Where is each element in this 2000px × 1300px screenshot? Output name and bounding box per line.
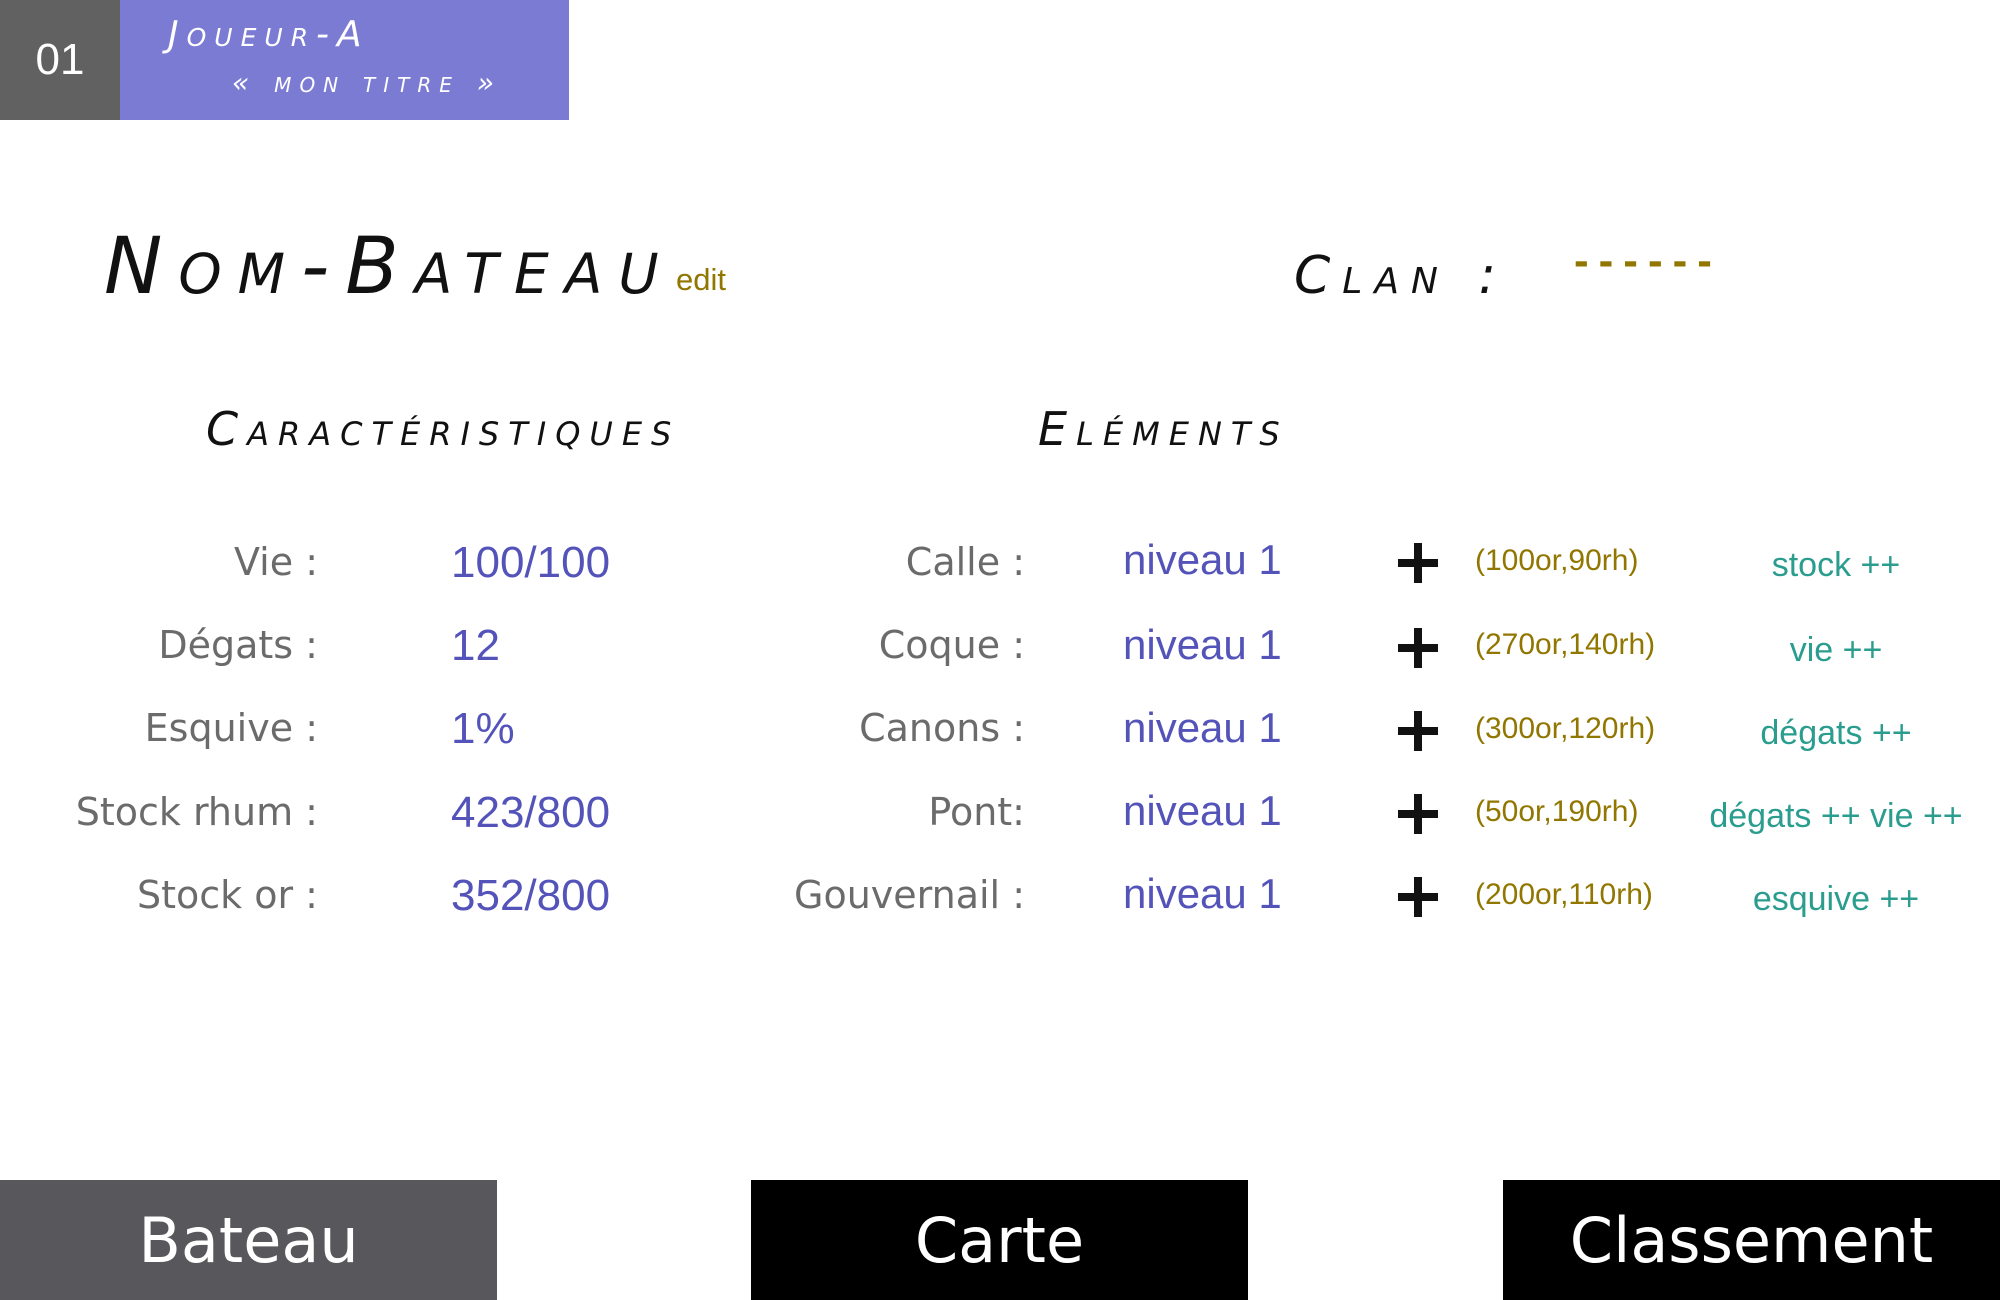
nav-tab-bateau[interactable]: Bateau: [0, 1180, 497, 1300]
stat-value-esquive: 1%: [451, 704, 515, 753]
element-label-coque: Coque :: [878, 623, 1025, 667]
plus-icon[interactable]: [1398, 794, 1438, 834]
element-cost-canons: (300or,120rh): [1475, 712, 1656, 745]
player-title: « mon titre »: [232, 66, 503, 99]
characteristics-heading: Caractéristiques: [206, 402, 681, 456]
element-cost-coque: (270or,140rh): [1475, 628, 1656, 661]
player-badge: Joueur-A « mon titre »: [120, 0, 569, 120]
player-name: Joueur-A: [168, 14, 370, 55]
element-cost-pont: (50or,190rh): [1475, 795, 1639, 828]
nav-tab-carte[interactable]: Carte: [751, 1180, 1248, 1300]
element-effect-calle: stock ++: [1771, 546, 1901, 584]
stat-value-degats: 12: [451, 621, 500, 670]
elements-heading: Eléments: [1038, 402, 1289, 456]
edit-ship-name-link[interactable]: edit: [676, 262, 726, 298]
plus-icon[interactable]: [1398, 543, 1438, 583]
plus-icon[interactable]: [1398, 628, 1438, 668]
plus-icon[interactable]: [1398, 877, 1438, 917]
element-level-pont: niveau 1: [1123, 787, 1282, 834]
clan-value: ------: [1574, 236, 1722, 285]
plus-icon[interactable]: [1398, 711, 1438, 751]
stat-value-stock-rhum: 423/800: [451, 788, 611, 837]
element-level-coque: niveau 1: [1123, 621, 1282, 668]
element-effect-coque: vie ++: [1789, 631, 1883, 669]
stat-value-vie: 100/100: [451, 538, 611, 587]
stat-label-degats: Dégats :: [158, 623, 318, 667]
element-label-pont: Pont:: [928, 790, 1025, 834]
nav-tab-classement[interactable]: Classement: [1503, 1180, 2000, 1300]
element-cost-gouvernail: (200or,110rh): [1475, 878, 1653, 911]
element-label-canons: Canons :: [859, 706, 1025, 750]
element-level-calle: niveau 1: [1123, 536, 1282, 583]
element-effect-gouvernail: esquive ++: [1752, 880, 1920, 918]
clan-label: Clan :: [1294, 246, 1508, 306]
stat-label-vie: Vie :: [234, 540, 318, 584]
stat-label-esquive: Esquive :: [144, 706, 318, 750]
stat-label-stock-or: Stock or :: [136, 873, 318, 917]
element-effect-pont: dégats ++ vie ++: [1709, 797, 1963, 835]
element-cost-calle: (100or,90rh): [1475, 544, 1639, 577]
element-label-calle: Calle :: [905, 540, 1025, 584]
element-level-canons: niveau 1: [1123, 704, 1282, 751]
stat-value-stock-or: 352/800: [451, 871, 611, 920]
stat-label-stock-rhum: Stock rhum :: [75, 790, 318, 834]
element-label-gouvernail: Gouvernail :: [794, 873, 1025, 917]
element-effect-canons: dégats ++: [1760, 714, 1912, 752]
player-number: 01: [0, 0, 120, 120]
ship-name: Nom-Bateau: [104, 222, 675, 312]
element-level-gouvernail: niveau 1: [1123, 870, 1282, 917]
